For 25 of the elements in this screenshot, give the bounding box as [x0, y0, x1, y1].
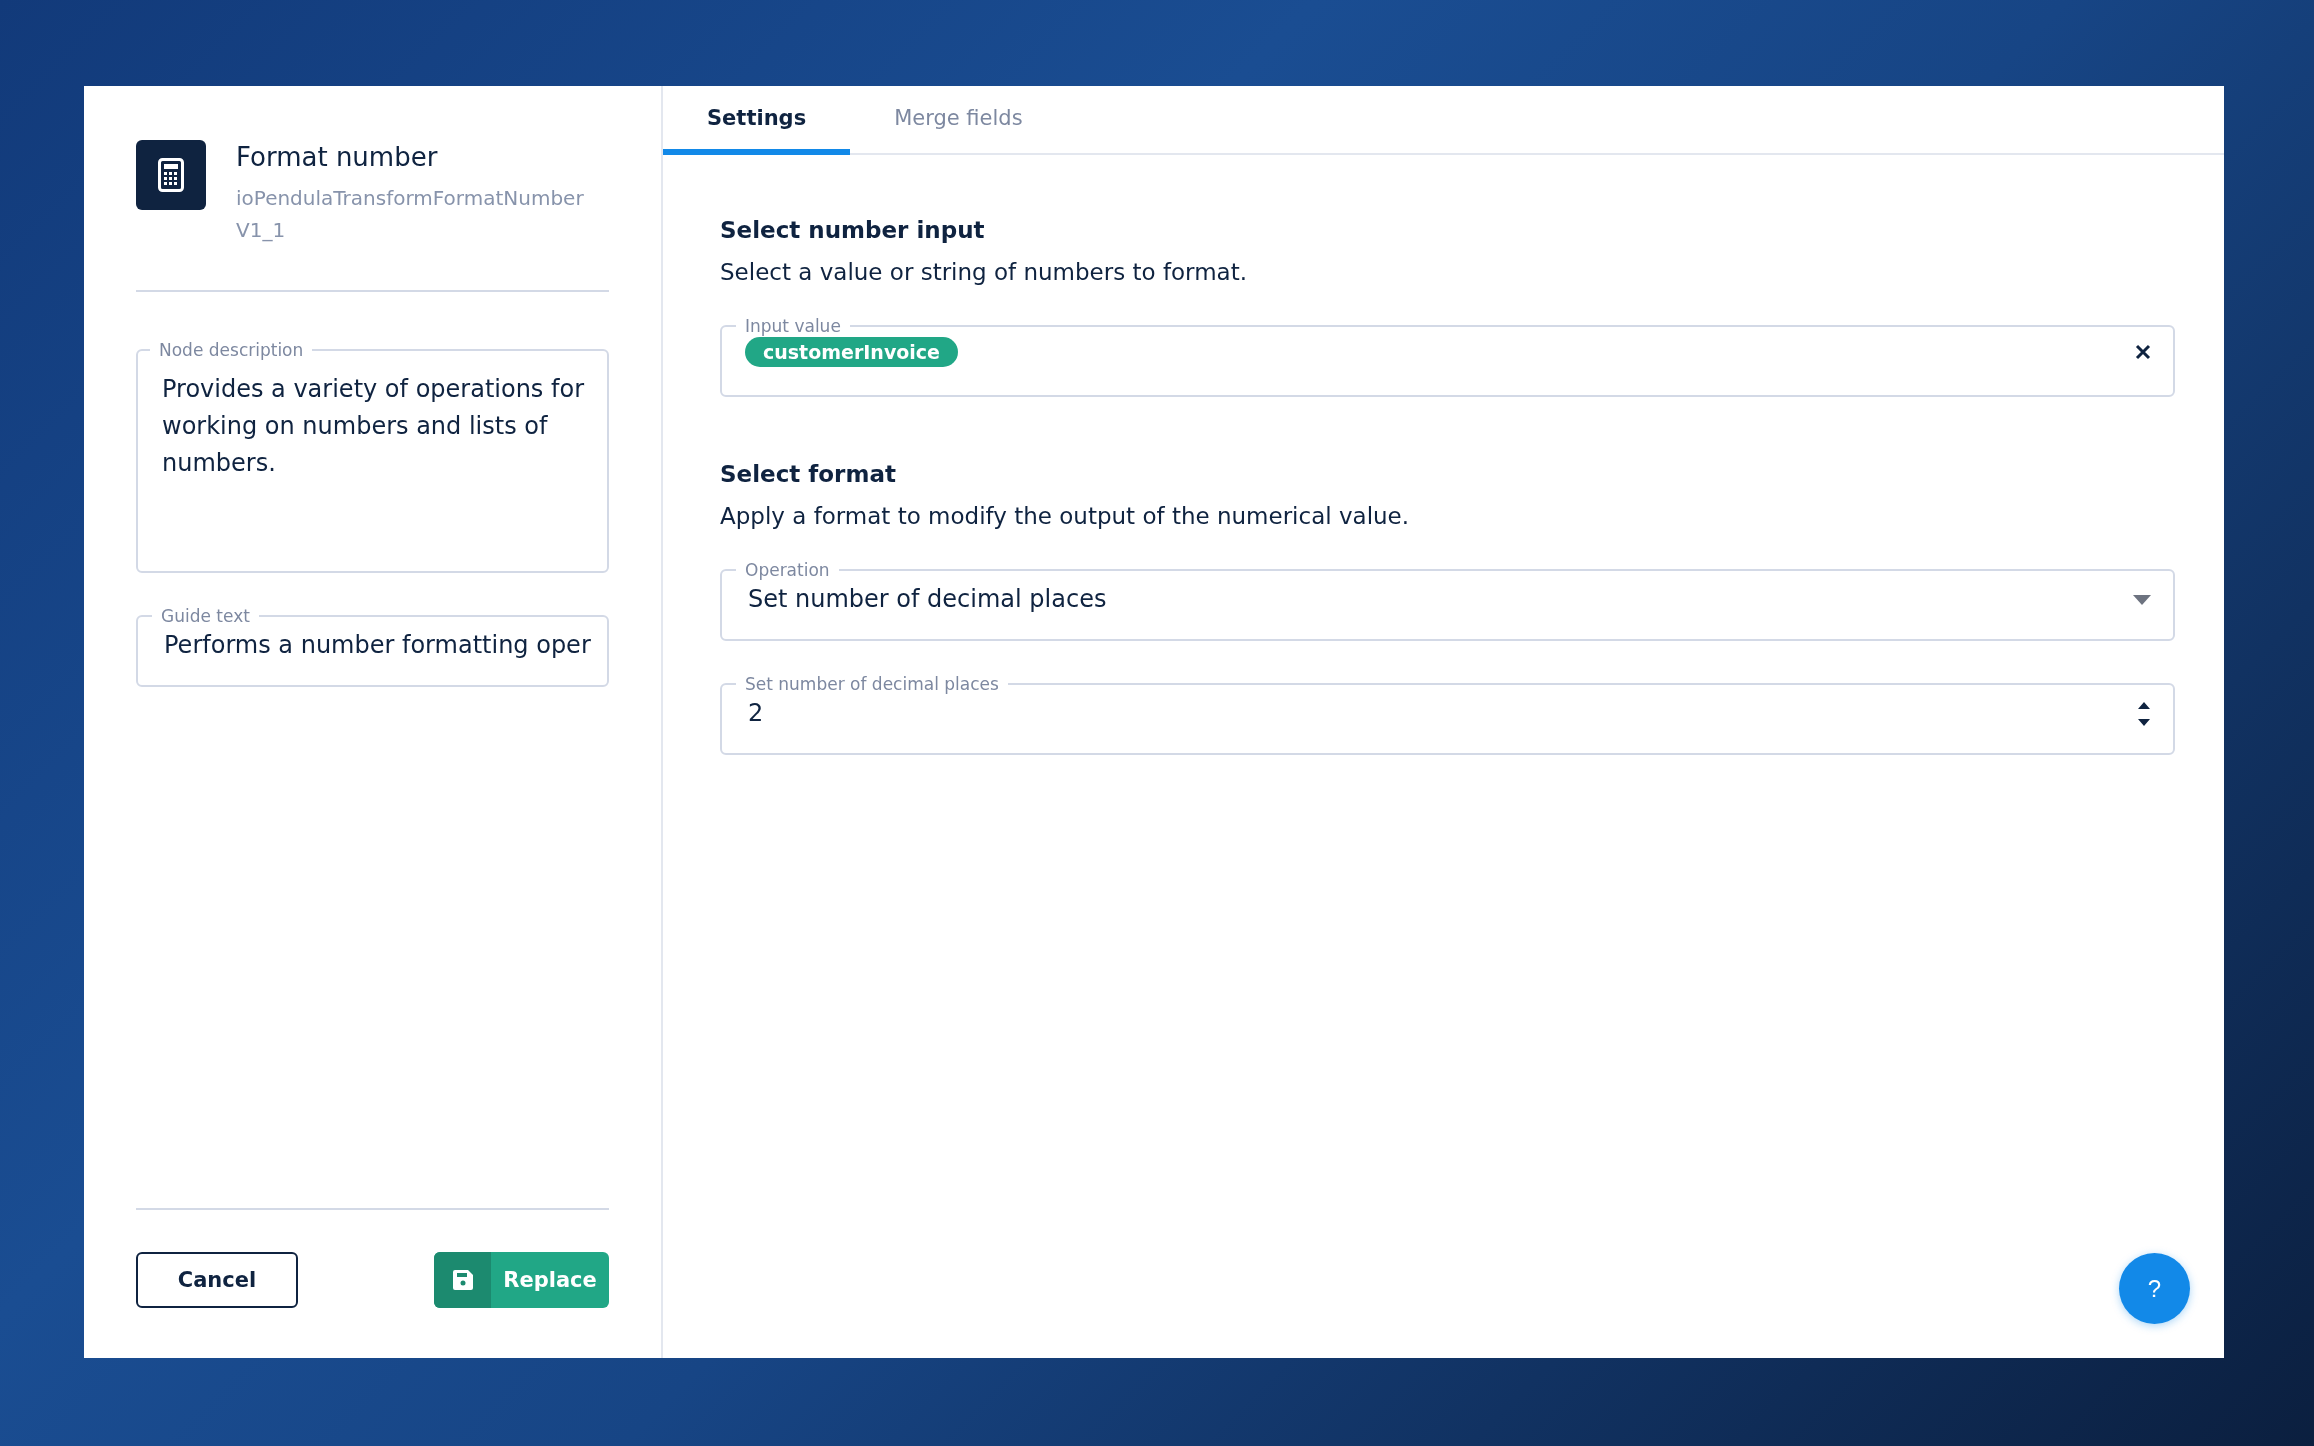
caret-icon [2133, 594, 2151, 605]
guide-text-field[interactable]: Guide text Performs a number formatting oper [136, 605, 609, 687]
node-title: Format number [236, 142, 439, 172]
description-textarea[interactable]: Node description Provides a variety of operations for working on numbers and lists of numbers. [136, 339, 609, 573]
section-heading: Select number input [720, 217, 986, 243]
close-icon[interactable] [2135, 344, 2151, 360]
number-field[interactable]: Set number of decimal places 2 [720, 673, 2175, 755]
section-description: Apply a format to modify the output of the numerical value. [720, 503, 1411, 529]
field-label: Operation [744, 559, 831, 581]
variable-tag: customerInvoice [745, 337, 958, 367]
cancel-button[interactable]: Cancel [136, 1252, 298, 1308]
tab[interactable]: Settings [663, 86, 851, 155]
help-button[interactable]: ? [2119, 1253, 2190, 1324]
field-label: Node description [158, 339, 305, 361]
node-id: ioPendulaTransformFormatNumberV1_1 [236, 185, 585, 244]
field-label: Guide text [160, 605, 251, 627]
save-icon [452, 1270, 473, 1290]
operation-dropdown[interactable]: Operation Set number of decimal places [720, 559, 2175, 641]
field-label: Input value [744, 315, 842, 337]
section-heading: Select format [720, 461, 897, 487]
section-description: Select a value or string of numbers to format. [720, 259, 1248, 285]
field-label: Set number of decimal places [744, 673, 1000, 695]
tab[interactable]: Merge fields [850, 86, 1067, 155]
input-value-field[interactable]: Input value customerInvoice [720, 315, 2175, 397]
calculator-icon [158, 158, 184, 192]
